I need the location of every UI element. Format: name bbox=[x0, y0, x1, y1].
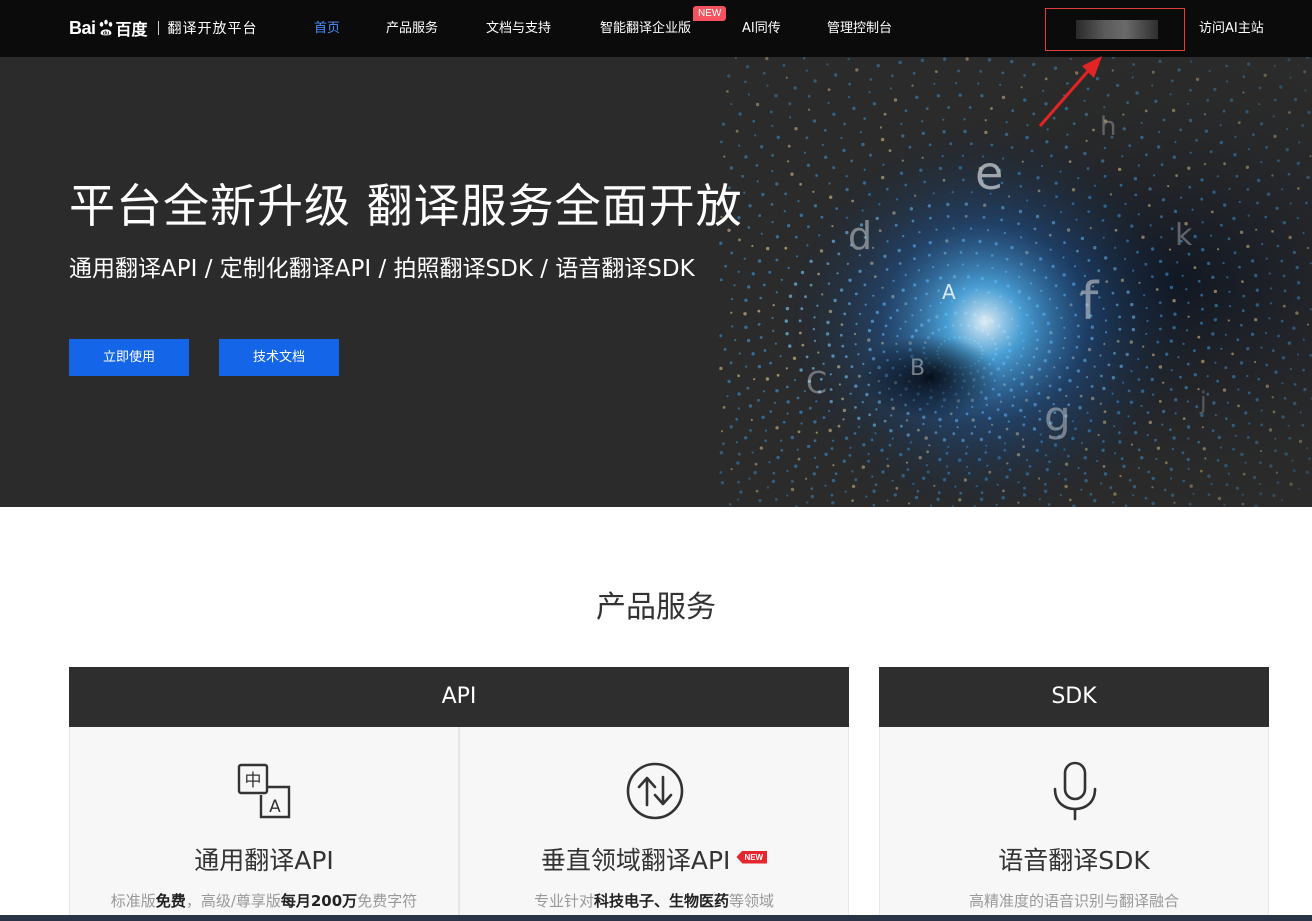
new-badge: NEW bbox=[736, 850, 768, 864]
category-header-sdk: SDK bbox=[879, 667, 1269, 727]
nav-products[interactable]: 产品服务 bbox=[386, 0, 438, 57]
desc-text: 高精准度的语音识别与翻译融合 bbox=[968, 892, 1179, 910]
redacted-username bbox=[1076, 20, 1158, 39]
product-description: 标准版免费，高级/尊享版每月200万免费字符 bbox=[70, 890, 458, 911]
product-title: 通用翻译API bbox=[194, 846, 334, 875]
hero-title: 平台全新升级 翻译服务全面开放 bbox=[69, 179, 743, 233]
sync-arrows-icon bbox=[626, 762, 684, 820]
product-title: 垂直领域翻译API bbox=[540, 846, 731, 875]
vortex-letter: e bbox=[975, 146, 1003, 200]
desc-text: 等领域 bbox=[729, 892, 775, 910]
nav-ai-interpretation[interactable]: AI同传 bbox=[742, 0, 781, 57]
vortex-letter: C bbox=[806, 366, 827, 401]
vortex-letter: d bbox=[848, 214, 872, 258]
hero-banner: e h d k A f B C g j 平台全新升级 翻译服务全面开放 通用翻译… bbox=[0, 57, 1312, 507]
vortex-letter: k bbox=[1175, 218, 1193, 253]
section-title-products: 产品服务 bbox=[596, 590, 716, 625]
logo-cn-text: 百度 bbox=[115, 20, 148, 39]
annotation-arrow-icon bbox=[1038, 56, 1102, 127]
product-title: 语音翻译SDK bbox=[998, 846, 1150, 875]
nav-console[interactable]: 管理控制台 bbox=[827, 0, 892, 57]
vortex-letter: j bbox=[1199, 387, 1207, 415]
bottom-edge-bar bbox=[0, 915, 1312, 921]
nav-docs-support[interactable]: 文档与支持 bbox=[486, 0, 551, 57]
visit-ai-main-site-link[interactable]: 访问AI主站 bbox=[1199, 0, 1264, 57]
desc-text: 免费字符 bbox=[357, 892, 418, 910]
user-account[interactable] bbox=[1045, 8, 1185, 51]
product-card-domain-translation[interactable]: 垂直领域翻译API NEW 专业针对科技电子、生物医药等领域 bbox=[459, 727, 849, 921]
vortex-letter: A bbox=[942, 280, 956, 304]
hero-subtitle: 通用翻译API / 定制化翻译API / 拍照翻译SDK / 语音翻译SDK bbox=[69, 256, 695, 282]
translate-icon: 中 A bbox=[237, 763, 291, 819]
logo-divider bbox=[157, 21, 159, 35]
svg-text:du: du bbox=[102, 30, 109, 36]
desc-text: 专业针对 bbox=[533, 892, 594, 910]
nav-enterprise[interactable]: 智能翻译企业版 bbox=[600, 0, 691, 57]
desc-highlight: 每月200万 bbox=[280, 892, 358, 910]
desc-text: 标准版 bbox=[110, 892, 156, 910]
top-nav: Bai du 百度 翻译开放平台 首页 产品服务 文档与支持 智能翻译企业版 N… bbox=[0, 0, 1312, 57]
start-using-button[interactable]: 立即使用 bbox=[69, 339, 189, 376]
tech-docs-button[interactable]: 技术文档 bbox=[219, 339, 339, 376]
paw-icon: du bbox=[99, 19, 112, 36]
baidu-logo[interactable]: Bai du 百度 翻译开放平台 bbox=[69, 15, 258, 41]
desc-highlight: 科技电子、生物医药 bbox=[593, 892, 729, 910]
vortex-letter: B bbox=[910, 356, 925, 381]
svg-text:A: A bbox=[269, 797, 281, 817]
vortex-letter: g bbox=[1044, 392, 1071, 441]
category-header-api: API bbox=[69, 667, 849, 727]
product-description: 专业针对科技电子、生物医药等领域 bbox=[460, 890, 848, 911]
new-badge: NEW bbox=[693, 6, 727, 21]
nav-home[interactable]: 首页 bbox=[314, 0, 340, 57]
vortex-letter: f bbox=[1080, 272, 1100, 332]
desc-highlight: 免费 bbox=[155, 892, 186, 910]
platform-name: 翻译开放平台 bbox=[167, 21, 258, 37]
microphone-icon bbox=[1053, 761, 1097, 821]
svg-text:中: 中 bbox=[245, 771, 262, 791]
desc-text: ，高级/尊享版 bbox=[185, 892, 281, 910]
product-card-voice-sdk[interactable]: 语音翻译SDK 高精准度的语音识别与翻译融合 bbox=[879, 727, 1269, 921]
product-card-general-translation[interactable]: 中 A 通用翻译API 标准版免费，高级/尊享版每月200万免费字符 bbox=[69, 727, 459, 921]
product-description: 高精准度的语音识别与翻译融合 bbox=[880, 890, 1268, 911]
product-title-row: 垂直领域翻译API NEW bbox=[460, 841, 848, 877]
logo-bai-text: Bai bbox=[69, 17, 96, 38]
